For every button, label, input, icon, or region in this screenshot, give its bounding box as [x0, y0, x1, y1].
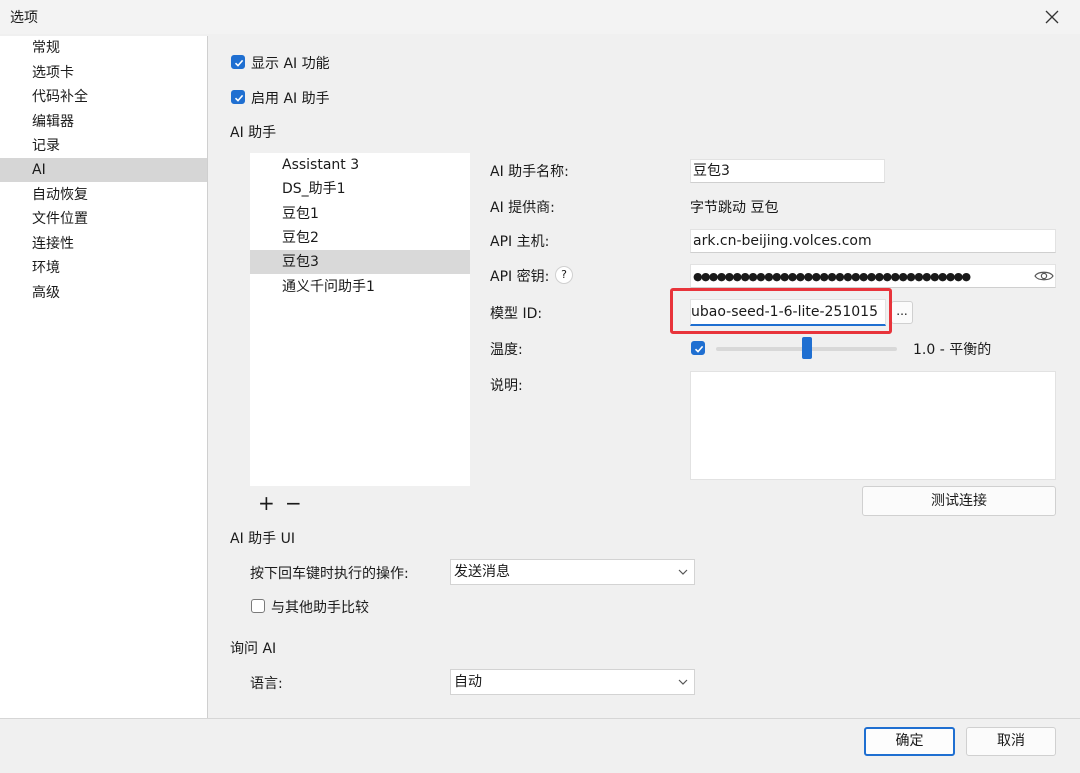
show-ai-label: 显示 AI 功能 [251, 56, 330, 72]
assistant-name-input[interactable]: 豆包3 [690, 159, 885, 183]
compare-label: 与其他助手比较 [271, 600, 369, 616]
sidebar-item-file-location[interactable]: 文件位置 [0, 207, 207, 231]
assistant-list[interactable]: Assistant 3 DS_助手1 豆包1 豆包2 豆包3 通义千问助手1 [250, 153, 470, 486]
list-item[interactable]: 豆包3 [250, 250, 470, 274]
language-value: 自动 [454, 674, 482, 690]
api-key-help-icon[interactable]: ? [555, 266, 573, 284]
list-item[interactable]: DS_助手1 [250, 177, 470, 201]
sidebar-item-ai[interactable]: AI [0, 158, 207, 182]
temperature-slider-thumb[interactable] [802, 337, 812, 359]
check-icon [694, 345, 704, 353]
test-connection-button[interactable]: 测试连接 [862, 486, 1056, 516]
provider-label: AI 提供商: [490, 200, 555, 216]
provider-value: 字节跳动 豆包 [690, 200, 779, 216]
show-password-button[interactable] [1034, 267, 1054, 285]
list-item[interactable]: 通义千问助手1 [250, 275, 470, 299]
api-key-input[interactable]: ●●●●●●●●●●●●●●●●●●●●●●●●●●●●●●●●●●● [690, 264, 1056, 288]
api-key-label: API 密钥: [490, 269, 550, 285]
sidebar-item-editor[interactable]: 编辑器 [0, 110, 207, 134]
sidebar-item-general[interactable]: 常规 [0, 36, 207, 60]
remove-assistant-button[interactable]: − [285, 492, 302, 514]
description-textarea[interactable] [690, 371, 1056, 480]
api-host-input[interactable]: ark.cn-beijing.volces.com [690, 229, 1056, 253]
sidebar-item-connectivity[interactable]: 连接性 [0, 232, 207, 256]
model-browse-button[interactable]: ... [891, 301, 913, 324]
ok-button[interactable]: 确定 [864, 727, 955, 756]
assistant-section-title: AI 助手 [230, 125, 277, 141]
api-host-label: API 主机: [490, 234, 550, 250]
cancel-button[interactable]: 取消 [966, 727, 1056, 756]
assistant-ui-section-title: AI 助手 UI [230, 531, 295, 547]
sidebar-item-auto-recovery[interactable]: 自动恢复 [0, 183, 207, 207]
enable-assistant-checkbox[interactable] [231, 90, 245, 104]
enter-action-label: 按下回车键时执行的操作: [250, 566, 409, 582]
language-label: 语言: [250, 676, 283, 692]
list-item[interactable]: 豆包2 [250, 226, 470, 250]
sidebar-item-tabs[interactable]: 选项卡 [0, 61, 207, 85]
compare-checkbox[interactable] [251, 599, 265, 613]
enter-action-select[interactable]: 发送消息 [450, 559, 695, 585]
sidebar-item-log[interactable]: 记录 [0, 134, 207, 158]
list-item[interactable]: 豆包1 [250, 202, 470, 226]
temperature-value: 1.0 - 平衡的 [913, 342, 992, 358]
eye-icon [1034, 271, 1054, 281]
show-ai-checkbox[interactable] [231, 55, 245, 69]
title-bar: 选项 [0, 0, 1080, 34]
add-assistant-button[interactable]: + [258, 492, 275, 514]
sidebar-item-advanced[interactable]: 高级 [0, 281, 207, 305]
chevron-down-icon [678, 679, 688, 685]
window-title: 选项 [10, 10, 38, 26]
temperature-label: 温度: [490, 342, 523, 358]
list-item[interactable]: Assistant 3 [250, 153, 470, 177]
enter-action-value: 发送消息 [454, 564, 510, 580]
highlight-box [670, 288, 892, 334]
sidebar-item-code-completion[interactable]: 代码补全 [0, 85, 207, 109]
enable-assistant-label: 启用 AI 助手 [251, 91, 330, 107]
sidebar-item-environment[interactable]: 环境 [0, 256, 207, 280]
assistant-name-label: AI 助手名称: [490, 164, 569, 180]
chevron-down-icon [678, 569, 688, 575]
description-label: 说明: [490, 378, 523, 394]
model-id-label: 模型 ID: [490, 306, 543, 322]
ask-ai-section-title: 询问 AI [230, 641, 277, 657]
check-icon [234, 94, 244, 102]
close-icon [1045, 10, 1059, 24]
sidebar: 常规 选项卡 代码补全 编辑器 记录 AI 自动恢复 文件位置 连接性 环境 高… [0, 36, 208, 718]
check-icon [234, 59, 244, 67]
close-button[interactable] [1038, 4, 1066, 30]
language-select[interactable]: 自动 [450, 669, 695, 695]
temperature-checkbox[interactable] [691, 341, 705, 355]
